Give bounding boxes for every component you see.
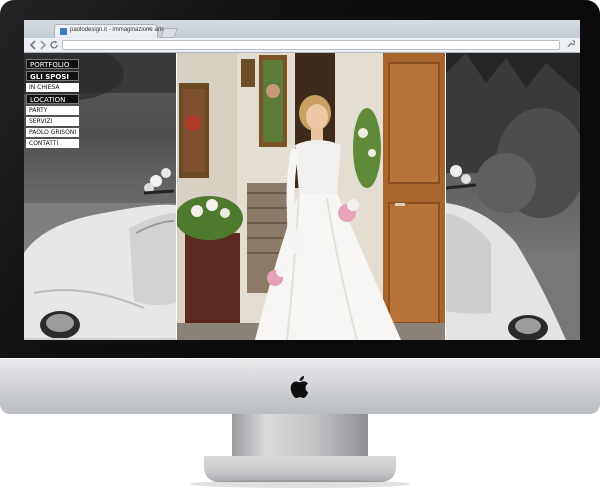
- gallery-photo-right[interactable]: [446, 53, 580, 340]
- wrench-icon[interactable]: [566, 39, 575, 49]
- web-page: PORTFOLIO GLI SPOSI IN CHIESA LOCATION P…: [24, 53, 580, 340]
- forward-arrow-icon[interactable]: [38, 39, 48, 51]
- browser-toolbar: [24, 38, 580, 53]
- gallery-photo-main[interactable]: [177, 53, 445, 340]
- menu-item-portfolio[interactable]: PORTFOLIO: [26, 59, 80, 69]
- imac-stand-neck: [232, 414, 368, 458]
- menu-item-in-chiesa[interactable]: IN CHIESA: [26, 83, 80, 92]
- back-arrow-icon[interactable]: [28, 39, 38, 51]
- address-bar[interactable]: [62, 40, 560, 50]
- favicon-icon: [60, 28, 67, 35]
- browser-tab-bar: paolodesign.it - immaginazione arte ×: [24, 20, 580, 38]
- browser-tab[interactable]: paolodesign.it - immaginazione arte ×: [54, 24, 165, 38]
- menu-item-paolo-grisoni[interactable]: PAOLO GRISONI: [26, 128, 80, 137]
- menu-item-gli-sposi[interactable]: GLI SPOSI: [26, 71, 80, 81]
- new-tab-button[interactable]: [160, 28, 178, 38]
- menu-item-servizi[interactable]: SERVIZI: [26, 117, 80, 126]
- gallery-photo-left[interactable]: PORTFOLIO GLI SPOSI IN CHIESA LOCATION P…: [24, 53, 176, 340]
- vintage-car-photo-right: [446, 53, 580, 340]
- imac-stand-foot: [204, 456, 396, 482]
- screen: paolodesign.it - immaginazione arte × PO…: [24, 20, 580, 340]
- tab-close-icon[interactable]: ×: [147, 26, 151, 33]
- menu-item-location[interactable]: LOCATION: [26, 94, 80, 104]
- bride-photo: [177, 53, 445, 340]
- reload-icon[interactable]: [49, 39, 59, 51]
- menu-item-party[interactable]: PARTY: [26, 106, 80, 115]
- stand-shadow: [190, 480, 410, 488]
- site-menu: PORTFOLIO GLI SPOSI IN CHIESA LOCATION P…: [26, 59, 80, 150]
- apple-logo-icon: [290, 376, 309, 398]
- menu-item-contatti[interactable]: CONTATTI: [26, 139, 80, 148]
